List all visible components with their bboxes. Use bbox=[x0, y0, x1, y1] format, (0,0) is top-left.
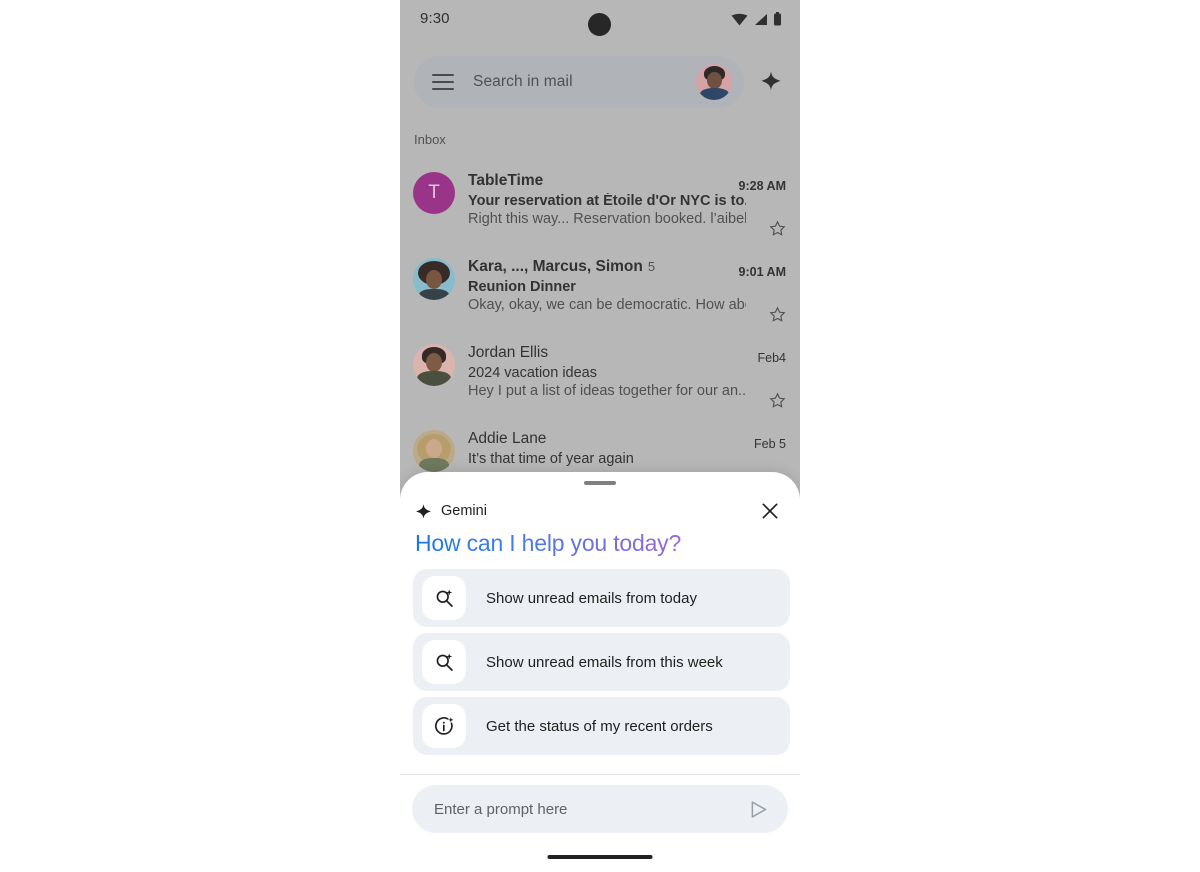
sheet-title-bar: Gemini bbox=[400, 495, 800, 527]
close-icon[interactable] bbox=[756, 497, 784, 525]
mail-snippet: Okay, okay, we can be democratic. How ab… bbox=[468, 297, 746, 313]
suggestion-label: Show unread emails from this week bbox=[486, 653, 723, 671]
avatar-letter: T bbox=[428, 182, 440, 203]
mail-date: 9:28 AM bbox=[738, 179, 786, 193]
status-bar: 9:30 bbox=[400, 0, 800, 40]
mail-subject: It’s that time of year again bbox=[468, 451, 634, 467]
wifi-icon bbox=[731, 13, 748, 25]
avatar[interactable] bbox=[413, 430, 455, 472]
cellular-signal-icon bbox=[755, 13, 767, 25]
composer-divider bbox=[400, 774, 800, 775]
gemini-brand-label: Gemini bbox=[441, 503, 487, 519]
mail-sender-text: Kara, ..., Marcus, Simon bbox=[468, 258, 643, 275]
phone-frame: 9:30 Search in mail Inbox T 9:28 AM Tabl… bbox=[400, 0, 800, 872]
mail-snippet: Right this way... Reservation booked. l’… bbox=[468, 211, 746, 227]
screenshot-canvas: 9:30 Search in mail Inbox T 9:28 AM Tabl… bbox=[0, 0, 1200, 872]
suggestion-chip-order-status[interactable]: Get the status of my recent orders bbox=[413, 697, 790, 755]
search-sparkle-icon bbox=[422, 640, 466, 684]
camera-cutout bbox=[588, 13, 611, 36]
search-input[interactable]: Search in mail bbox=[473, 73, 573, 91]
mail-row[interactable]: 9:01 AM Kara, ..., Marcus, Simon 5 Reunio… bbox=[400, 244, 800, 330]
mail-sender: Kara, ..., Marcus, Simon 5 bbox=[468, 258, 746, 276]
gemini-brand: Gemini bbox=[415, 503, 487, 520]
mail-body: Kara, ..., Marcus, Simon 5 Reunion Dinner… bbox=[468, 256, 746, 313]
mail-thread-count: 5 bbox=[647, 259, 656, 274]
gemini-bottom-sheet: Gemini How can I help you today? Show un… bbox=[400, 472, 800, 872]
mail-subject: Your reservation at Étoile d'Or NYC is t… bbox=[468, 193, 746, 209]
gemini-sparkle-icon[interactable] bbox=[760, 70, 782, 97]
mail-date: Feb 5 bbox=[754, 437, 786, 451]
mail-list: T 9:28 AM TableTime Your reservation at … bbox=[400, 158, 800, 502]
account-avatar[interactable] bbox=[696, 64, 732, 100]
battery-icon bbox=[774, 12, 781, 26]
status-icons bbox=[731, 12, 782, 26]
gemini-sparkle-icon bbox=[416, 503, 431, 519]
inbox-label: Inbox bbox=[414, 132, 446, 147]
status-time: 9:30 bbox=[420, 10, 450, 27]
mail-sender: Addie Lane bbox=[468, 430, 547, 447]
suggestion-list: Show unread emails from today Show unrea… bbox=[413, 569, 790, 761]
search-sparkle-icon bbox=[422, 576, 466, 620]
mail-body: Jordan Ellis 2024 vacation ideas Hey I p… bbox=[468, 342, 746, 399]
search-bar[interactable]: Search in mail bbox=[414, 56, 744, 108]
mail-row[interactable]: T 9:28 AM TableTime Your reservation at … bbox=[400, 158, 800, 244]
avatar[interactable] bbox=[413, 258, 455, 300]
mail-row[interactable]: Feb4 Jordan Ellis 2024 vacation ideas He… bbox=[400, 330, 800, 416]
page-title: How can I help you today? bbox=[415, 530, 682, 556]
star-outline-icon[interactable] bbox=[769, 220, 786, 242]
star-outline-icon[interactable] bbox=[769, 392, 786, 414]
info-sparkle-icon bbox=[422, 704, 466, 748]
mail-date: Feb4 bbox=[757, 351, 787, 365]
prompt-composer[interactable] bbox=[412, 785, 788, 833]
suggestion-chip-show-unread-today[interactable]: Show unread emails from today bbox=[413, 569, 790, 627]
drag-handle[interactable] bbox=[584, 481, 616, 485]
prompt-input[interactable] bbox=[434, 800, 742, 818]
mail-body: Addie Lane It’s that time of year again bbox=[468, 428, 746, 467]
avatar[interactable]: T bbox=[413, 172, 455, 214]
gesture-navigation-bar[interactable] bbox=[547, 855, 653, 859]
mail-sender: Jordan Ellis bbox=[468, 344, 549, 361]
avatar[interactable] bbox=[413, 344, 455, 386]
mail-sender: TableTime bbox=[468, 172, 544, 189]
star-outline-icon[interactable] bbox=[769, 306, 786, 328]
hamburger-menu-icon[interactable] bbox=[432, 74, 454, 90]
suggestion-chip-show-unread-week[interactable]: Show unread emails from this week bbox=[413, 633, 790, 691]
suggestion-label: Show unread emails from today bbox=[486, 589, 697, 607]
mail-subject: Reunion Dinner bbox=[468, 279, 576, 295]
mail-subject: 2024 vacation ideas bbox=[468, 365, 597, 381]
mail-date: 9:01 AM bbox=[738, 265, 786, 279]
mail-snippet: Hey I put a list of ideas together for o… bbox=[468, 383, 746, 399]
send-icon[interactable] bbox=[742, 793, 774, 825]
mail-body: TableTime Your reservation at Étoile d'O… bbox=[468, 170, 746, 227]
suggestion-label: Get the status of my recent orders bbox=[486, 717, 713, 735]
